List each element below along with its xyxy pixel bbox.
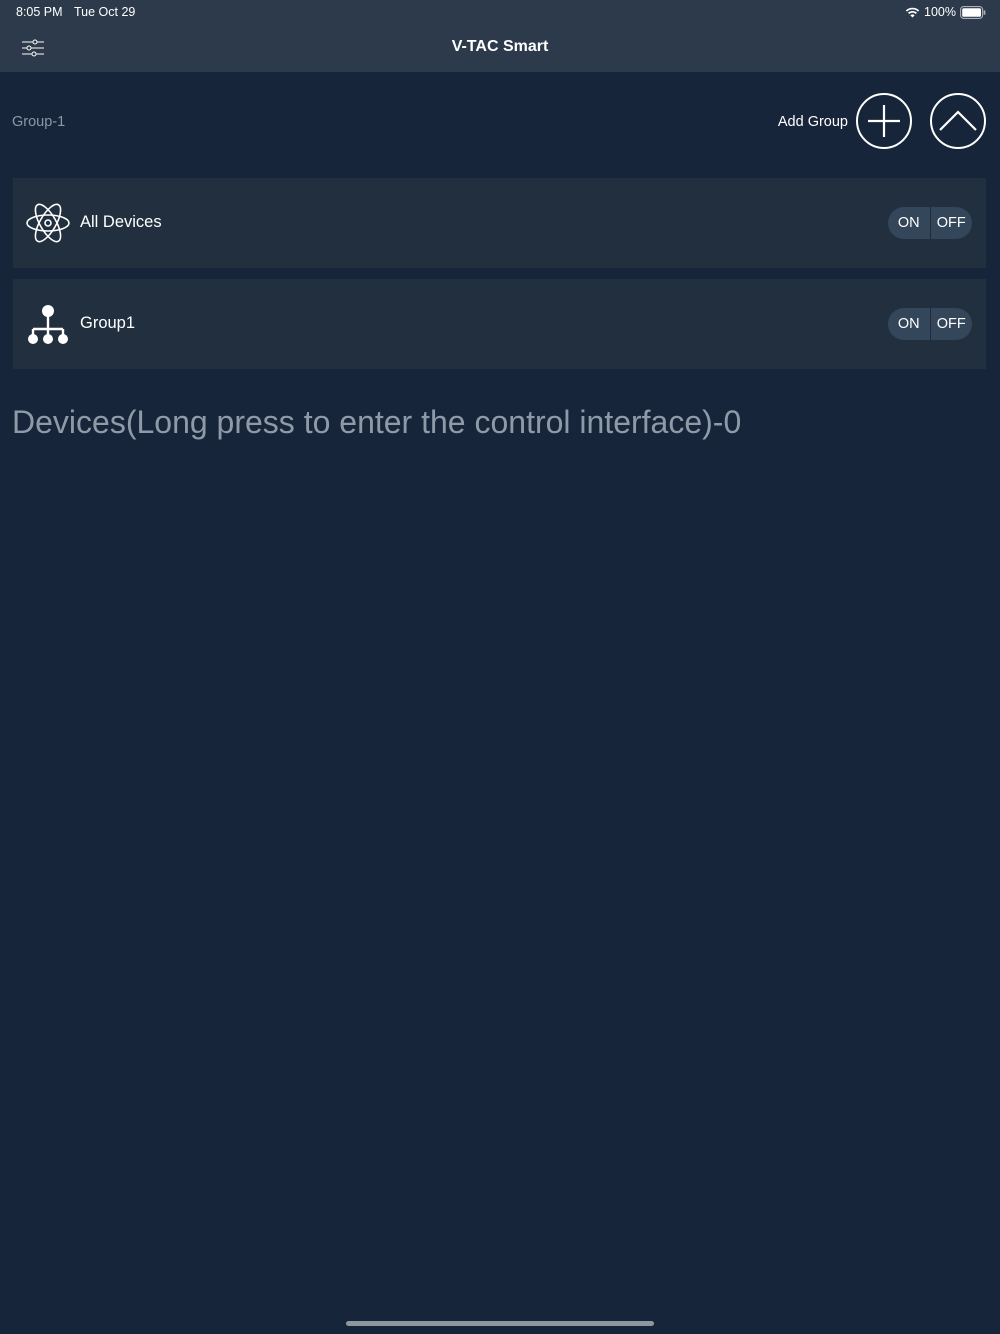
all-devices-on-button[interactable]: ON: [888, 207, 930, 239]
all-devices-toggle: ON OFF: [888, 207, 972, 239]
devices-heading: Devices(Long press to enter the control …: [12, 404, 742, 440]
battery-icon: [960, 5, 986, 19]
add-group-button[interactable]: [856, 93, 912, 149]
status-indicators: 100%: [905, 4, 986, 20]
app-title: V-TAC Smart: [451, 38, 549, 55]
top-bar: 8:05 PM Tue Oct 29 100% V-TAC Smart: [0, 0, 1000, 72]
plus-icon: [868, 105, 900, 137]
group1-on-button[interactable]: ON: [888, 308, 930, 340]
home-indicator[interactable]: [346, 1321, 654, 1326]
add-group-label[interactable]: Add Group: [778, 114, 848, 130]
chevron-up-icon: [939, 110, 977, 131]
group1-off-button[interactable]: OFF: [931, 308, 973, 340]
atom-icon: [26, 203, 70, 243]
group1-label: Group1: [80, 314, 136, 332]
wifi-icon: [905, 6, 920, 18]
status-time: 8:05 PM: [16, 5, 63, 19]
all-devices-off-button[interactable]: OFF: [931, 207, 973, 239]
battery-percent: 100%: [924, 5, 956, 19]
hierarchy-icon: [28, 305, 68, 344]
group1-toggle: ON OFF: [888, 308, 972, 340]
group-count-label: Group-1: [12, 114, 66, 130]
all-devices-label: All Devices: [80, 213, 162, 231]
status-date: Tue Oct 29: [74, 5, 136, 19]
all-devices-row[interactable]: All Devices ON OFF: [13, 178, 986, 268]
collapse-button[interactable]: [930, 93, 986, 149]
group1-row[interactable]: Group1 ON OFF: [13, 279, 986, 369]
